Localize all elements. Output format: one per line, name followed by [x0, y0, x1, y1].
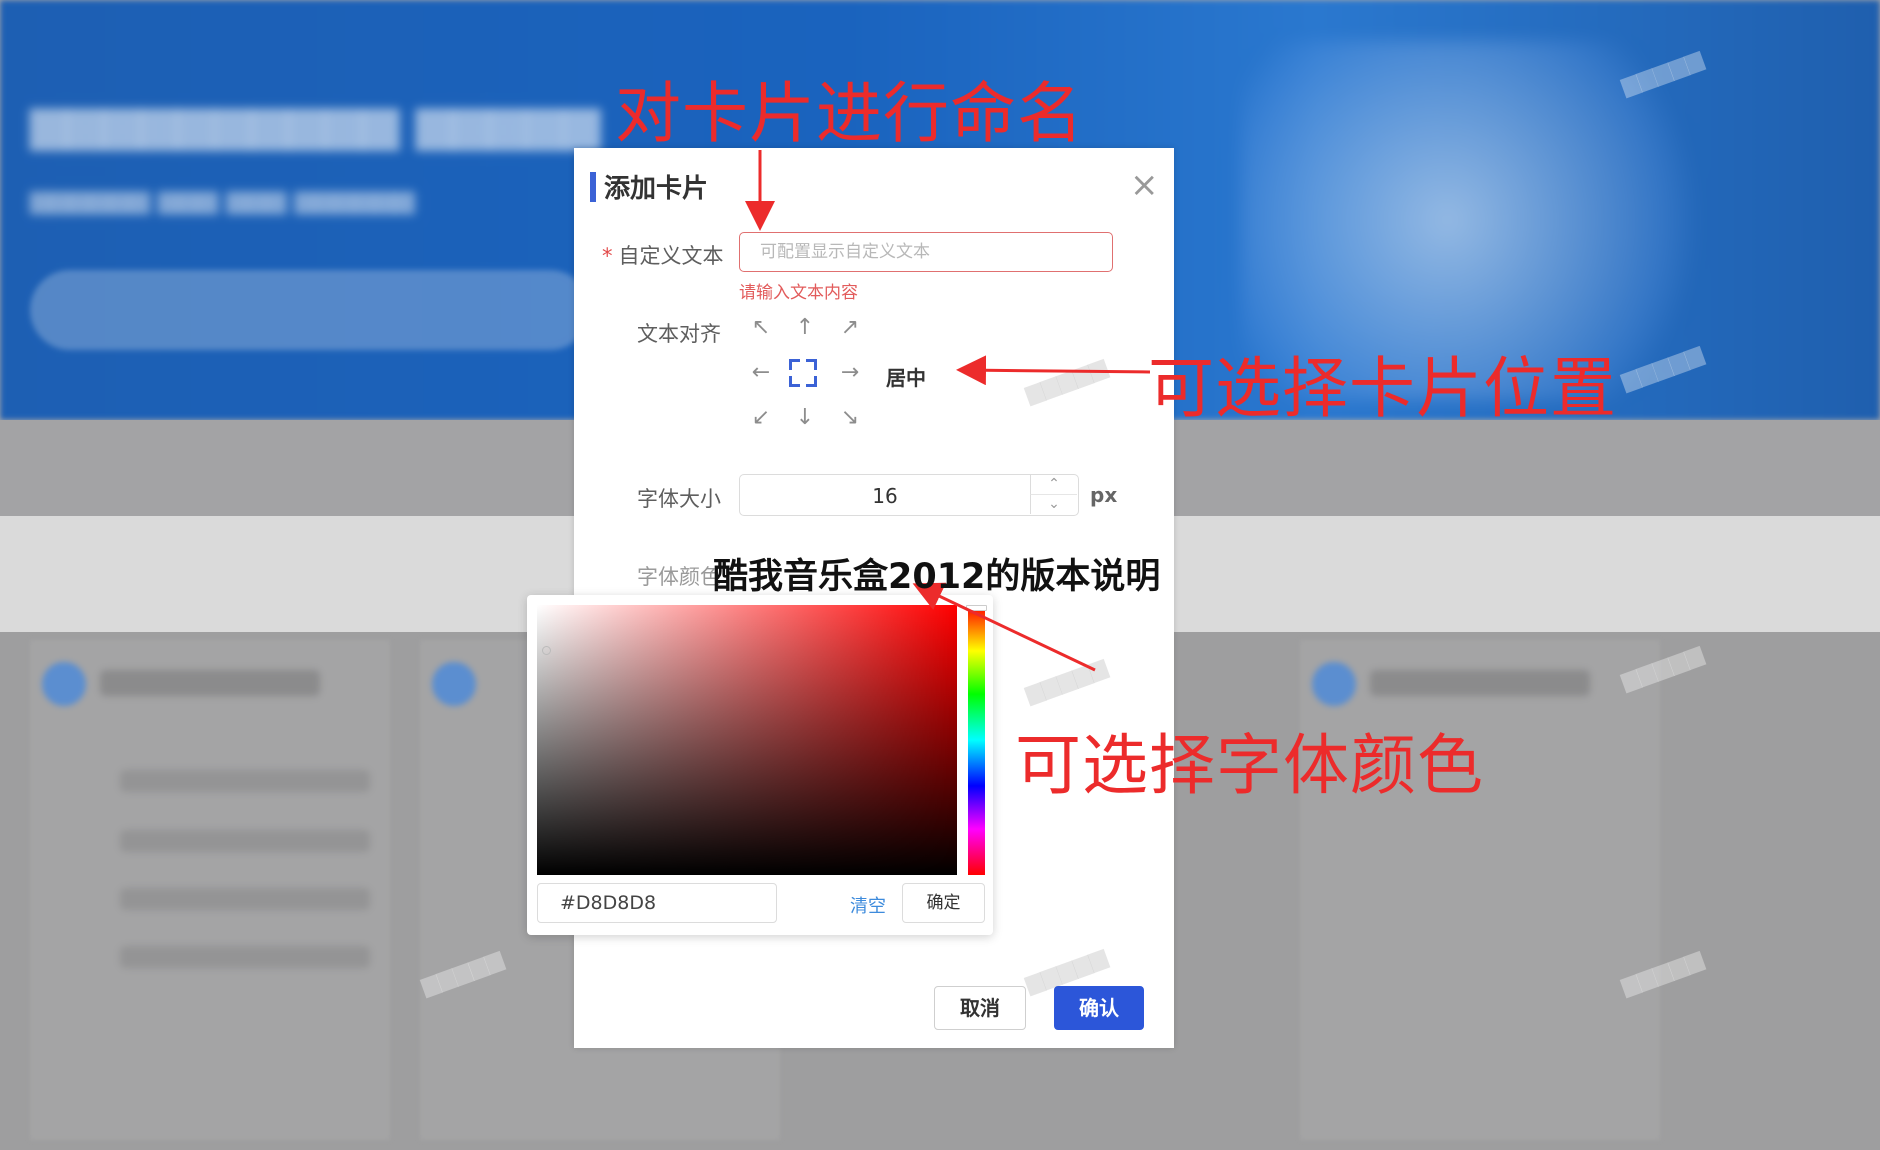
- annotation-choose-position: 可选择卡片位置: [1148, 350, 1617, 427]
- annotation-choose-font-color: 可选择字体颜色: [1015, 727, 1484, 804]
- arrow-to-align: [956, 355, 1151, 386]
- overlay-caption: 酷我音乐盒2012的版本说明: [713, 557, 1161, 597]
- annotation-rename-card: 对卡片进行命名: [615, 75, 1084, 152]
